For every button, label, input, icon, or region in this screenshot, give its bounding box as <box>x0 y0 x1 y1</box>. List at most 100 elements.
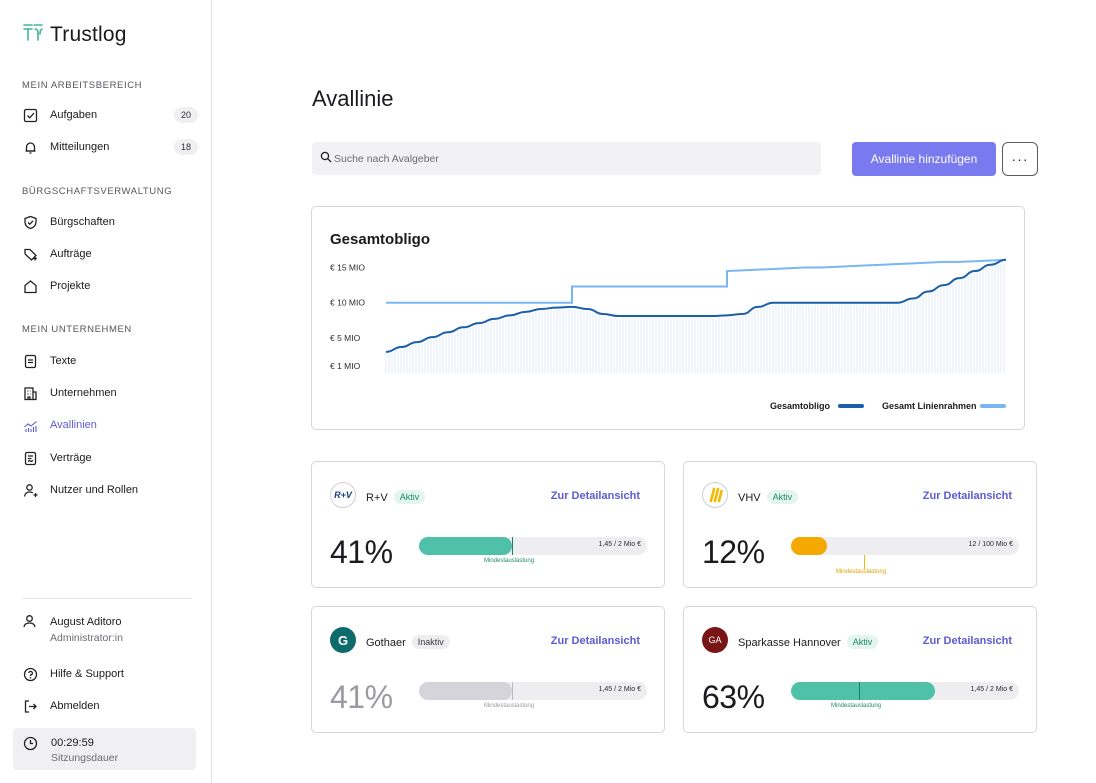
status-badge: Aktiv <box>846 635 879 649</box>
app-root: Trustlog MEIN ARBEITSBEREICH Aufgaben 20… <box>0 0 1096 783</box>
partner-name-text: R+V <box>366 492 388 504</box>
help-support-link[interactable]: Hilfe & Support <box>22 662 198 686</box>
utilization-percent: 63% <box>702 679 765 715</box>
bar-amount-label: 1,45 / 2 Mio € <box>598 541 641 548</box>
legend-swatch-gesamtobligo <box>838 404 864 408</box>
user-icon <box>22 614 38 630</box>
detail-link[interactable]: Zur Detailansicht <box>551 490 640 502</box>
clock-icon <box>23 736 39 752</box>
logo[interactable]: Trustlog <box>22 22 127 47</box>
sidebar-item-aufgaben[interactable]: Aufgaben 20 <box>22 103 198 127</box>
help-circle-icon <box>22 666 38 682</box>
partner-card-vhv: VHV Aktiv Zur Detailansicht 12% 12 / 100 … <box>683 461 1037 588</box>
sidebar-item-label: Bürgschaften <box>50 216 115 228</box>
min-threshold-label: Mindestauslastung <box>836 569 887 575</box>
sidebar-item-avallinien[interactable]: Avallinien <box>22 413 198 437</box>
sidebar-item-label: Verträge <box>50 452 92 464</box>
sidebar-item-label: Aufgaben <box>50 109 98 121</box>
shield-check-icon <box>22 214 38 230</box>
logout-link[interactable]: Abmelden <box>22 694 198 718</box>
utilization-fill <box>791 682 935 700</box>
section-title-buergschaften: BÜRGSCHAFTSVERWALTUNG <box>22 186 173 197</box>
partner-name: R+V Aktiv <box>366 490 426 504</box>
document-icon <box>22 353 38 369</box>
y-tick-label: € 5 MIO <box>330 333 361 343</box>
utilization-fill <box>791 537 827 555</box>
min-threshold-marker <box>864 555 865 569</box>
session-time: 00:29:59 <box>51 737 94 749</box>
session-timer: 00:29:59 Sitzungsdauer <box>13 728 196 770</box>
count-badge: 18 <box>173 139 198 155</box>
logo-text: GA <box>708 635 722 645</box>
partner-name-text: Gothaer <box>366 637 406 649</box>
sidebar-item-label: Projekte <box>50 280 91 292</box>
min-threshold-label: Mindestauslastung <box>831 703 882 709</box>
utilization-percent: 41% <box>330 679 393 715</box>
detail-link[interactable]: Zur Detailansicht <box>551 635 640 647</box>
min-threshold-marker <box>512 537 513 555</box>
user-plus-icon <box>22 482 38 498</box>
logo-text: R+V <box>334 490 352 500</box>
logout-icon <box>22 698 38 714</box>
sidebar: Trustlog MEIN ARBEITSBEREICH Aufgaben 20… <box>0 0 212 783</box>
sidebar-item-mitteilungen[interactable]: Mitteilungen 18 <box>22 135 198 159</box>
min-threshold-label: Mindestauslastung <box>484 703 535 709</box>
sidebar-item-nutzer-und-rollen[interactable]: Nutzer und Rollen <box>22 478 198 502</box>
min-threshold-marker <box>512 682 513 700</box>
y-tick-label: € 15 MIO <box>330 263 365 273</box>
more-options-button[interactable]: ··· <box>1002 142 1038 176</box>
bar-amount-label: 12 / 100 Mio € <box>968 541 1013 548</box>
logout-label: Abmelden <box>50 700 100 712</box>
y-tick-label: € 1 MIO <box>330 361 361 371</box>
min-threshold-marker <box>859 682 860 700</box>
utilization-bar: 12 / 100 Mio € Mindestauslastung <box>791 537 1019 575</box>
bar-amount-label: 1,45 / 2 Mio € <box>598 686 641 693</box>
detail-link[interactable]: Zur Detailansicht <box>923 635 1012 647</box>
utilization-fill <box>419 682 513 700</box>
sidebar-item-unternehmen[interactable]: Unternehmen <box>22 381 198 405</box>
sidebar-item-label: Avallinien <box>50 419 97 431</box>
vhv-logo-icon <box>702 482 728 508</box>
sidebar-item-vertraege[interactable]: Verträge <box>22 446 198 470</box>
detail-link[interactable]: Zur Detailansicht <box>923 490 1012 502</box>
sidebar-item-label: Aufträge <box>50 248 92 260</box>
app-name: Trustlog <box>50 22 127 46</box>
status-badge: Inaktiv <box>411 635 450 649</box>
section-title-unternehmen: MEIN UNTERNEHMEN <box>22 324 132 335</box>
page-title: Avallinie <box>312 86 394 111</box>
partner-name: Gothaer Inaktiv <box>366 635 450 649</box>
logo-text: G <box>337 632 349 648</box>
user-name: August Aditoro <box>50 616 122 628</box>
add-avallinie-button[interactable]: Avallinie hinzufügen <box>852 142 996 176</box>
search-icon <box>320 150 332 168</box>
sidebar-item-projekte[interactable]: Projekte <box>22 274 198 298</box>
sidebar-item-texte[interactable]: Texte <box>22 349 198 373</box>
utilization-percent: 41% <box>330 534 393 570</box>
search-bar[interactable] <box>312 142 821 175</box>
utilization-bar: 1,45 / 2 Mio € Mindestauslastung <box>419 537 647 564</box>
partner-name: Sparkasse Hannover Aktiv <box>738 635 879 649</box>
y-tick-label: € 10 MIO <box>330 298 365 308</box>
partner-name-text: Sparkasse Hannover <box>738 637 841 649</box>
status-badge: Aktiv <box>393 490 426 504</box>
bar-amount-label: 1,45 / 2 Mio € <box>970 686 1013 693</box>
sidebar-item-auftraege[interactable]: Aufträge <box>22 242 198 266</box>
legend-label-linienrahmen: Gesamt Linienrahmen <box>882 401 977 411</box>
contract-icon <box>22 450 38 466</box>
building-icon <box>22 385 38 401</box>
section-title-workspace: MEIN ARBEITSBEREICH <box>22 80 143 91</box>
partner-card-rv: R+V R+V Aktiv Zur Detailansicht 41% 1,45 … <box>311 461 665 588</box>
tag-plus-icon <box>22 246 38 262</box>
user-role: Administrator:in <box>50 632 123 644</box>
search-input[interactable] <box>334 152 794 165</box>
house-icon <box>22 278 38 294</box>
user-profile[interactable]: August Aditoro Administrator:in <box>22 614 123 646</box>
sidebar-item-buergschaften[interactable]: Bürgschaften <box>22 210 198 234</box>
utilization-percent: 12% <box>702 534 765 570</box>
checkbox-icon <box>22 107 38 123</box>
min-threshold-label: Mindestauslastung <box>484 558 535 564</box>
rv-logo-icon: R+V <box>330 482 356 508</box>
gothaer-logo-icon: G <box>330 627 356 653</box>
chart-icon <box>22 417 38 433</box>
sidebar-item-label: Nutzer und Rollen <box>50 484 139 496</box>
